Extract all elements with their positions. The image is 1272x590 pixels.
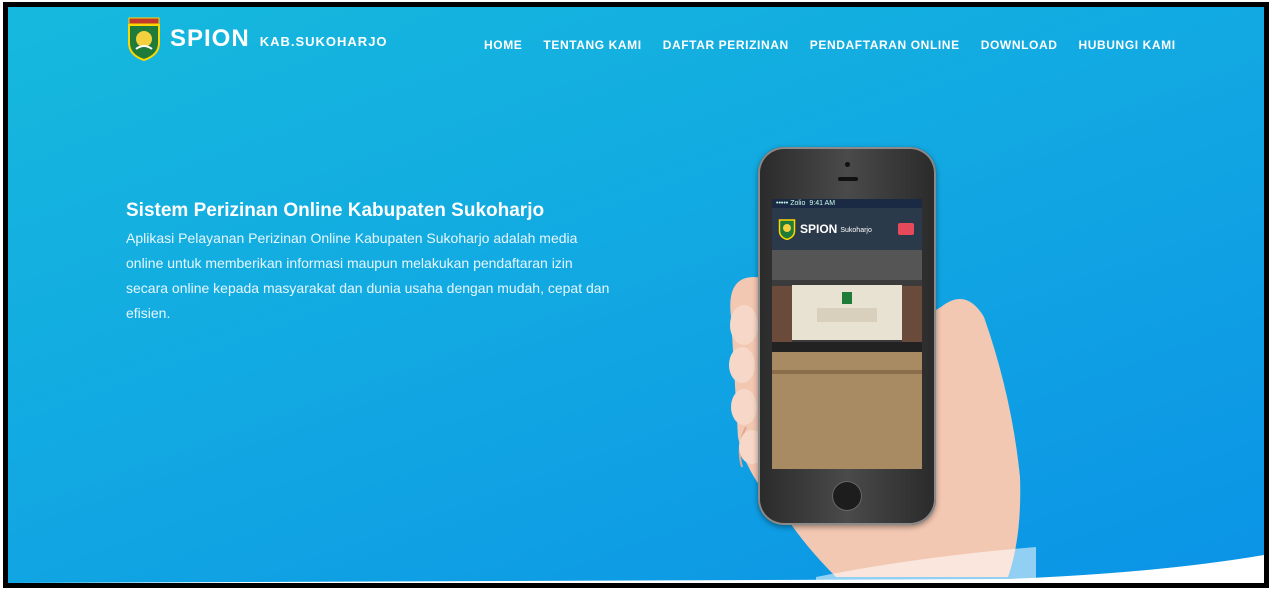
phone-mockup: ••••• Zolio 9:41 AM SPION Sukoharjo	[758, 147, 936, 525]
app-emblem-icon	[778, 219, 796, 240]
phone-home-button	[832, 481, 862, 511]
nav-download[interactable]: DOWNLOAD	[981, 38, 1058, 52]
phone-status-bar: ••••• Zolio 9:41 AM	[772, 199, 922, 208]
hamburger-menu-icon	[898, 223, 914, 235]
hero-title: Sistem Perizinan Online Kabupaten Sukoha…	[126, 200, 545, 221]
nav-tentang-kami[interactable]: TENTANG KAMI	[543, 38, 641, 52]
status-carrier: ••••• Zolio	[776, 200, 806, 207]
brand-name: SPION	[170, 25, 250, 52]
phone-camera	[845, 162, 850, 167]
hero-section: Sistem Perizinan Online Kabupaten Sukoha…	[126, 200, 616, 326]
nav-pendaftaran-online[interactable]: PENDAFTARAN ONLINE	[810, 38, 960, 52]
app-title: SPION	[800, 222, 838, 236]
hero-description: Aplikasi Pelayanan Perizinan Online Kabu…	[126, 230, 610, 321]
office-photo	[772, 250, 922, 469]
app-subtitle: Sukoharjo	[840, 227, 872, 234]
phone-screen: ••••• Zolio 9:41 AM SPION Sukoharjo	[772, 199, 922, 469]
brand-subtitle: KAB.SUKOHARJO	[259, 33, 388, 49]
nav-hubungi-kami[interactable]: HUBUNGI KAMI	[1078, 38, 1175, 52]
app-header: SPION Sukoharjo	[772, 208, 922, 250]
nav-home[interactable]: HOME	[484, 38, 522, 52]
nav-daftar-perizinan[interactable]: DAFTAR PERIZINAN	[663, 38, 789, 52]
phone-speaker	[838, 177, 858, 181]
status-time: 9:41 AM	[809, 200, 836, 207]
main-nav: HOME TENTANG KAMI DAFTAR PERIZINAN PENDA…	[484, 38, 1197, 52]
regency-emblem-icon	[128, 17, 160, 61]
bottom-wave	[8, 555, 1264, 583]
site-logo[interactable]: SPION KAB.SUKOHARJO	[126, 17, 388, 61]
page-frame: SPION KAB.SUKOHARJO HOME TENTANG KAMI DA…	[3, 2, 1269, 588]
